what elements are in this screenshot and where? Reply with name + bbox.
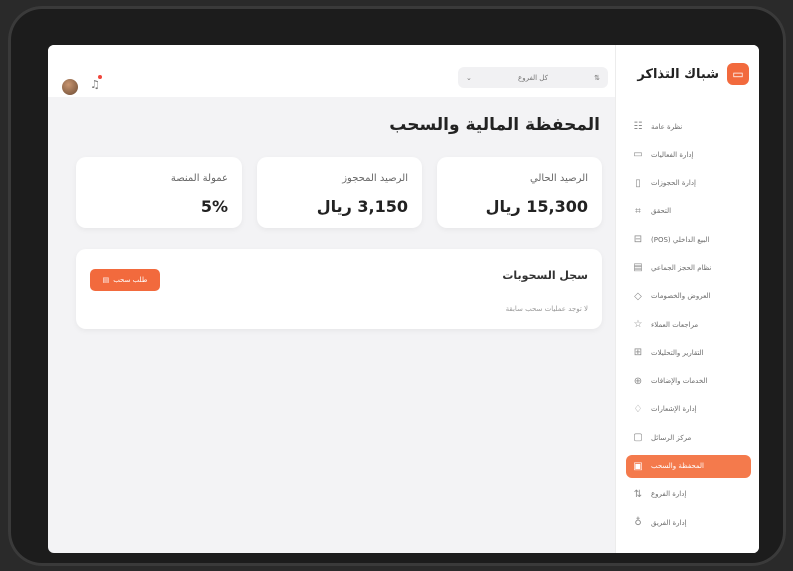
sidebar-item[interactable]: ⇅ إدارة الفروع <box>626 483 751 506</box>
group-booking-icon: ▤ <box>633 262 643 274</box>
sidebar-item-label: الخدمات والإضافات <box>651 377 708 386</box>
sidebar-item-label: نظام الحجز الجماعي <box>651 263 712 272</box>
sidebar-item[interactable]: ☆ مراجعات العملاء <box>626 313 751 336</box>
sidebar-item[interactable]: ⊟ البيع الداخلي (POS) <box>626 228 751 251</box>
stat-label: عمولة المنصة <box>170 173 228 184</box>
sidebar-item[interactable]: ◇ العروض والخصومات <box>626 285 751 308</box>
bell-icon: ♢ <box>633 403 643 415</box>
sidebar-item-label: المحفظة والسحب <box>651 462 704 471</box>
sidebar: ▭ شباك التذاكر ☷ نظرة عامة ▭ إدارة الفعاليا… <box>616 45 759 553</box>
wallet-icon: ▤ <box>102 276 110 284</box>
scan-icon: ⌗ <box>635 205 641 217</box>
page-title: المحفظة المالية والسحب <box>389 115 600 135</box>
dashboard-icon: ☷ <box>633 121 643 132</box>
chevron-down-icon: ⌄ <box>466 73 472 82</box>
sidebar-item[interactable]: ⊞ التقارير والتحليلات <box>626 341 751 364</box>
avatar[interactable] <box>62 79 78 95</box>
chart-icon: ⊞ <box>633 347 643 359</box>
sidebar-item-label: التحقق <box>651 207 672 216</box>
sidebar-item-label: إدارة الفروع <box>651 490 687 499</box>
stat-label: الرصيد المحجوز <box>342 173 408 184</box>
sidebar-item[interactable]: ▭ إدارة الفعاليات <box>626 143 751 166</box>
sidebar-item[interactable]: ▯ إدارة الحجوزات <box>626 172 751 195</box>
branches-icon: ⇅ <box>633 488 643 500</box>
sidebar-item[interactable]: ♁ إدارة الفريق <box>626 511 751 534</box>
sidebar-item[interactable]: ⌗ التحقق <box>626 200 751 223</box>
sidebar-item[interactable]: ♢ إدارة الإشعارات <box>626 398 751 421</box>
stat-value: 5% <box>200 197 228 216</box>
app-screen: ♫ ⌄ كل الفروع ⇅ المحفظة المالية والسحب ا… <box>48 45 759 553</box>
sidebar-item[interactable]: ▢ مركز الرسائل <box>626 426 751 449</box>
message-icon: ▢ <box>633 432 643 444</box>
sidebar-item[interactable]: ▤ نظام الحجز الجماعي <box>626 256 751 279</box>
sidebar-item-label: العروض والخصومات <box>651 292 711 301</box>
history-empty-text: لا توجد عمليات سحب سابقة <box>505 305 588 313</box>
branch-select[interactable]: ⌄ كل الفروع ⇅ <box>458 67 608 88</box>
sidebar-item-label: التقارير والتحليلات <box>651 348 704 357</box>
stat-value: 15,300 ريال <box>485 197 588 216</box>
sidebar-item-label: إدارة الفعاليات <box>651 150 694 159</box>
top-bar: ♫ ⌄ كل الفروع ⇅ <box>48 45 616 97</box>
request-withdrawal-button[interactable]: طلب سحب ▤ <box>90 269 160 291</box>
tablet-frame: ♫ ⌄ كل الفروع ⇅ المحفظة المالية والسحب ا… <box>8 6 786 566</box>
bell-icon[interactable]: ♫ <box>90 78 100 91</box>
sidebar-item-label: إدارة الإشعارات <box>651 405 697 414</box>
branch-select-value: كل الفروع <box>518 73 548 82</box>
stat-card-platform-commission: عمولة المنصة 5% <box>76 157 242 228</box>
branches-icon: ⇅ <box>594 73 600 82</box>
sidebar-item-label: إدارة الفريق <box>651 518 687 527</box>
sidebar-item-label: نظرة عامة <box>651 122 683 131</box>
sidebar-item[interactable]: ▣ المحفظة والسحب <box>626 454 751 478</box>
addons-icon: ⊕ <box>633 375 643 387</box>
stat-label: الرصيد الحالي <box>530 173 588 184</box>
sidebar-item-label: البيع الداخلي (POS) <box>651 235 710 244</box>
withdrawal-button-label: طلب سحب <box>113 276 148 284</box>
tag-icon: ◇ <box>634 290 642 302</box>
sidebar-item[interactable]: ☷ نظرة عامة <box>626 115 751 138</box>
stat-value: 3,150 ريال <box>316 197 408 216</box>
ticket-icon: ▭ <box>727 63 749 85</box>
star-icon: ☆ <box>633 319 643 331</box>
brand[interactable]: ▭ شباك التذاكر <box>637 63 749 85</box>
team-icon: ♁ <box>634 517 642 529</box>
main-content: المحفظة المالية والسحب الرصيد الحالي 15,… <box>48 97 616 553</box>
stat-card-reserved-balance: الرصيد المحجوز 3,150 ريال <box>257 157 422 228</box>
sidebar-item[interactable]: ⊕ الخدمات والإضافات <box>626 370 751 393</box>
clipboard-icon: ▯ <box>635 177 641 189</box>
sidebar-item-label: مراجعات العملاء <box>651 320 699 329</box>
sidebar-nav: ☷ نظرة عامة ▭ إدارة الفعاليات ▯ إدارة الحجوزا… <box>626 115 751 539</box>
pos-icon: ⊟ <box>633 234 643 246</box>
notification-dot <box>98 75 102 79</box>
brand-name: شباك التذاكر <box>637 66 719 82</box>
ticket-icon: ▭ <box>633 149 643 161</box>
withdrawal-history-card: سجل السحوبات لا توجد عمليات سحب سابقة طل… <box>76 249 602 329</box>
stat-card-current-balance: الرصيد الحالي 15,300 ريال <box>437 157 602 228</box>
history-title: سجل السحوبات <box>502 269 588 282</box>
wallet-icon: ▣ <box>633 460 643 472</box>
sidebar-item-label: مركز الرسائل <box>651 433 692 442</box>
sidebar-item-label: إدارة الحجوزات <box>651 179 696 188</box>
